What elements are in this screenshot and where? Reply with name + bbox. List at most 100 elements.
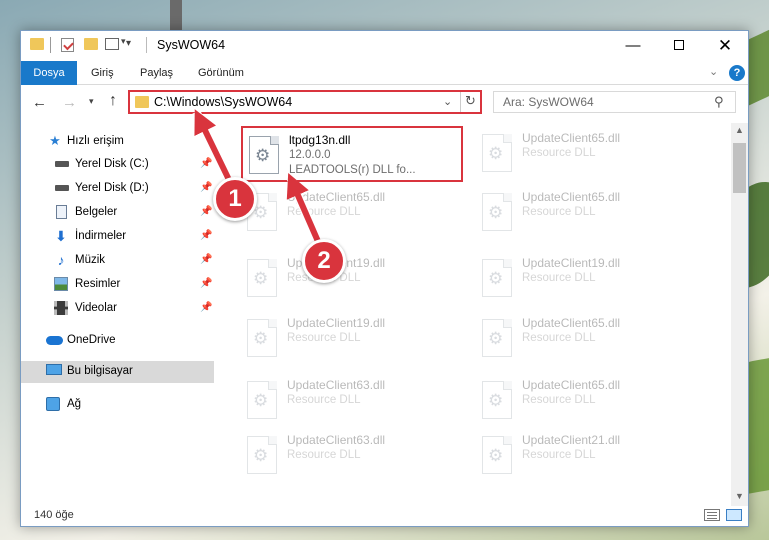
pin-icon[interactable]: 📌 — [200, 230, 212, 241]
file-item[interactable]: UpdateClient63.dll Resource DLL — [241, 373, 463, 429]
vertical-scrollbar[interactable]: ▲ ▼ — [731, 123, 748, 506]
file-description: Resource DLL — [287, 332, 361, 344]
scroll-up-arrow-icon[interactable]: ▲ — [735, 125, 744, 135]
recent-locations-chevron-icon[interactable]: ▾ — [89, 96, 94, 107]
refresh-icon[interactable]: ↻ — [465, 93, 476, 109]
file-name: UpdateClient63.dll — [287, 433, 386, 447]
sidebar-item-music[interactable]: ♪ Müzik 📌 — [21, 250, 214, 272]
sidebar-item-label: Müzik — [75, 254, 106, 266]
file-item[interactable]: UpdateClient19.dll Resource DLL — [241, 251, 463, 307]
search-icon[interactable]: ⚲ — [714, 94, 724, 110]
file-item[interactable]: UpdateClient65.dll Resource DLL — [476, 373, 698, 429]
back-arrow-icon[interactable]: ← — [32, 94, 47, 111]
scroll-down-arrow-icon[interactable]: ▼ — [735, 491, 744, 501]
quick-access-chevron-down-icon[interactable]: ▾ — [126, 38, 131, 49]
file-name: UpdateClient19.dll — [287, 316, 386, 330]
dll-file-icon — [482, 381, 512, 419]
file-description: Resource DLL — [522, 272, 596, 284]
sidebar-item-label: Bu bilgisayar — [67, 365, 133, 377]
step-badge-2: 2 — [302, 239, 346, 283]
properties-icon[interactable] — [61, 38, 74, 52]
sidebar-item-local-disk-d[interactable]: Yerel Disk (D:) 📌 — [21, 178, 214, 200]
file-item[interactable]: UpdateClient65.dll Resource DLL — [241, 185, 463, 241]
sidebar-item-onedrive[interactable]: OneDrive — [21, 330, 214, 352]
file-version: 12.0.0.0 — [289, 149, 331, 161]
sidebar-item-videos[interactable]: Videolar 📌 — [21, 298, 214, 320]
file-description: Resource DLL — [522, 147, 596, 159]
sidebar-item-label: Resimler — [75, 278, 121, 290]
file-item[interactable]: UpdateClient65.dll Resource DLL — [476, 126, 698, 182]
view-toggle-icon[interactable] — [105, 36, 126, 50]
file-item[interactable]: UpdateClient19.dll Resource DLL — [241, 311, 463, 367]
star-icon: ★ — [49, 133, 61, 148]
file-description: Resource DLL — [522, 394, 596, 406]
pin-icon[interactable]: 📌 — [200, 278, 212, 289]
file-item-selected[interactable]: ltpdg13n.dll 12.0.0.0 LEADTOOLS(r) DLL f… — [241, 126, 463, 182]
navigation-row: ← → ▾ ↑ C:\Windows\SysWOW64 ⌄ ↻ Ara: Sys… — [21, 86, 748, 119]
dll-file-icon — [482, 319, 512, 357]
background-pole — [170, 0, 182, 30]
file-item[interactable]: UpdateClient63.dll Resource DLL — [241, 428, 463, 484]
title-bar: ▾ SysWOW64 — ✕ — [21, 31, 748, 61]
file-description: Resource DLL — [522, 449, 596, 461]
navigation-pane: ★ Hızlı erişim Yerel Disk (C:) 📌 Yerel D… — [21, 123, 214, 506]
address-path[interactable]: C:\Windows\SysWOW64 — [154, 95, 292, 109]
new-folder-icon[interactable] — [84, 38, 98, 50]
file-item[interactable]: UpdateClient19.dll Resource DLL — [476, 251, 698, 307]
file-item[interactable]: UpdateClient65.dll Resource DLL — [476, 311, 698, 367]
tab-view[interactable]: Görünüm — [198, 61, 244, 85]
sidebar-item-label: Belgeler — [75, 206, 118, 218]
pin-icon[interactable]: 📌 — [200, 158, 212, 169]
dll-file-icon — [249, 136, 279, 174]
file-list: ltpdg13n.dll 12.0.0.0 LEADTOOLS(r) DLL f… — [219, 123, 729, 506]
pin-icon[interactable]: 📌 — [200, 254, 212, 265]
file-item[interactable]: UpdateClient65.dll Resource DLL — [476, 185, 698, 241]
pin-icon[interactable]: 📌 — [200, 302, 212, 313]
file-item[interactable]: UpdateClient21.dll Resource DLL — [476, 428, 698, 484]
dll-file-icon — [482, 436, 512, 474]
tiles-view-icon[interactable] — [726, 509, 742, 521]
address-bar[interactable]: C:\Windows\SysWOW64 ⌄ ↻ — [128, 90, 482, 114]
forward-arrow-icon[interactable]: → — [62, 94, 77, 111]
tab-file[interactable]: Dosya — [21, 61, 77, 85]
scrollbar-thumb[interactable] — [733, 143, 746, 193]
folder-icon — [30, 38, 44, 50]
sidebar-item-label: Hızlı erişim — [67, 135, 124, 147]
divider — [146, 37, 147, 53]
drive-icon — [55, 161, 69, 167]
sidebar-item-label: OneDrive — [67, 334, 116, 346]
sidebar-item-pictures[interactable]: Resimler 📌 — [21, 274, 214, 296]
minimize-button[interactable]: — — [610, 31, 656, 61]
sidebar-item-local-disk-c[interactable]: Yerel Disk (C:) 📌 — [21, 154, 214, 176]
file-description: Resource DLL — [287, 206, 361, 218]
search-input[interactable]: Ara: SysWOW64 ⚲ — [493, 91, 736, 113]
expand-ribbon-chevron-icon[interactable]: ⌄ — [709, 65, 718, 78]
pin-icon[interactable]: 📌 — [200, 206, 212, 217]
sidebar-item-this-pc[interactable]: Bu bilgisayar — [21, 361, 214, 383]
tab-share[interactable]: Paylaş — [140, 61, 173, 85]
dll-file-icon — [482, 193, 512, 231]
sidebar-item-quick-access[interactable]: ★ Hızlı erişim — [21, 131, 214, 153]
sidebar-item-label: İndirmeler — [75, 230, 127, 242]
help-icon[interactable]: ? — [729, 65, 745, 81]
computer-icon — [46, 364, 62, 375]
address-dropdown-chevron-icon[interactable]: ⌄ — [443, 95, 452, 108]
sidebar-item-label: Yerel Disk (D:) — [75, 182, 149, 194]
divider — [460, 92, 461, 112]
maximize-button[interactable] — [656, 31, 702, 61]
download-icon: ⬇ — [55, 228, 67, 244]
step-badge-1: 1 — [213, 177, 257, 221]
cloud-icon — [46, 336, 63, 345]
sidebar-item-documents[interactable]: Belgeler 📌 — [21, 202, 214, 224]
close-button[interactable]: ✕ — [702, 31, 748, 61]
sidebar-item-network[interactable]: Ağ — [21, 394, 214, 416]
details-view-icon[interactable] — [704, 509, 720, 521]
sidebar-item-downloads[interactable]: ⬇ İndirmeler 📌 — [21, 226, 214, 248]
divider — [50, 37, 51, 53]
tab-home[interactable]: Giriş — [91, 61, 114, 85]
sidebar-item-label: Videolar — [75, 302, 117, 314]
file-explorer-window: ▾ SysWOW64 — ✕ Dosya Giriş Paylaş Görünü… — [20, 30, 749, 527]
music-icon: ♪ — [57, 252, 65, 268]
pin-icon[interactable]: 📌 — [200, 182, 212, 193]
up-arrow-icon[interactable]: ↑ — [109, 92, 117, 110]
